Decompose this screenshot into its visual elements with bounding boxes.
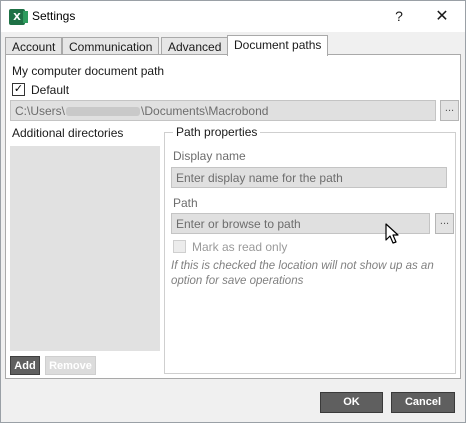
title-bar: X Settings ? ✕ [1, 1, 465, 32]
window-title: Settings [32, 9, 76, 23]
additional-directories-label: Additional directories [12, 126, 124, 140]
display-name-field[interactable]: Enter display name for the path [171, 167, 447, 188]
text-cursor-icon [385, 223, 399, 244]
tab-account[interactable]: Account [5, 37, 63, 55]
my-computer-path-label: My computer document path [12, 64, 165, 78]
display-name-label: Display name [173, 149, 246, 163]
read-only-note: If this is checked the location will not… [171, 260, 434, 287]
tab-advanced[interactable]: Advanced [161, 37, 229, 55]
redacted-username [66, 107, 141, 117]
additional-directories-list[interactable] [10, 146, 160, 351]
path-properties-title: Path properties [173, 125, 261, 139]
settings-dialog: X Settings ? ✕ Account Communication Adv… [0, 0, 466, 423]
help-button[interactable]: ? [386, 4, 412, 28]
read-only-checkbox[interactable] [173, 240, 186, 253]
computer-path-browse-button[interactable]: ... [440, 100, 459, 121]
remove-button[interactable]: Remove [45, 356, 96, 375]
document-paths-panel: My computer document path ✓ Default C:\U… [5, 54, 461, 379]
read-only-label: Mark as read only [192, 240, 288, 254]
close-button[interactable]: ✕ [427, 4, 457, 28]
default-label: Default [31, 83, 70, 97]
tab-document-paths[interactable]: Document paths [227, 35, 329, 56]
tab-communication[interactable]: Communication [62, 37, 160, 55]
checkmark-icon: ✓ [13, 83, 24, 95]
close-icon: ✕ [435, 8, 449, 25]
path-browse-button[interactable]: ... [435, 213, 454, 234]
excel-icon: X [9, 9, 28, 25]
default-checkbox[interactable]: ✓ [12, 83, 25, 96]
cancel-button[interactable]: Cancel [391, 392, 455, 413]
path-label: Path [173, 196, 198, 210]
computer-path-field: C:\Users\ \Documents\Macrobond [10, 100, 436, 121]
add-button[interactable]: Add [10, 356, 40, 375]
ok-button[interactable]: OK [320, 392, 383, 413]
path-properties-group: Path properties Display name Enter displ… [164, 125, 456, 374]
